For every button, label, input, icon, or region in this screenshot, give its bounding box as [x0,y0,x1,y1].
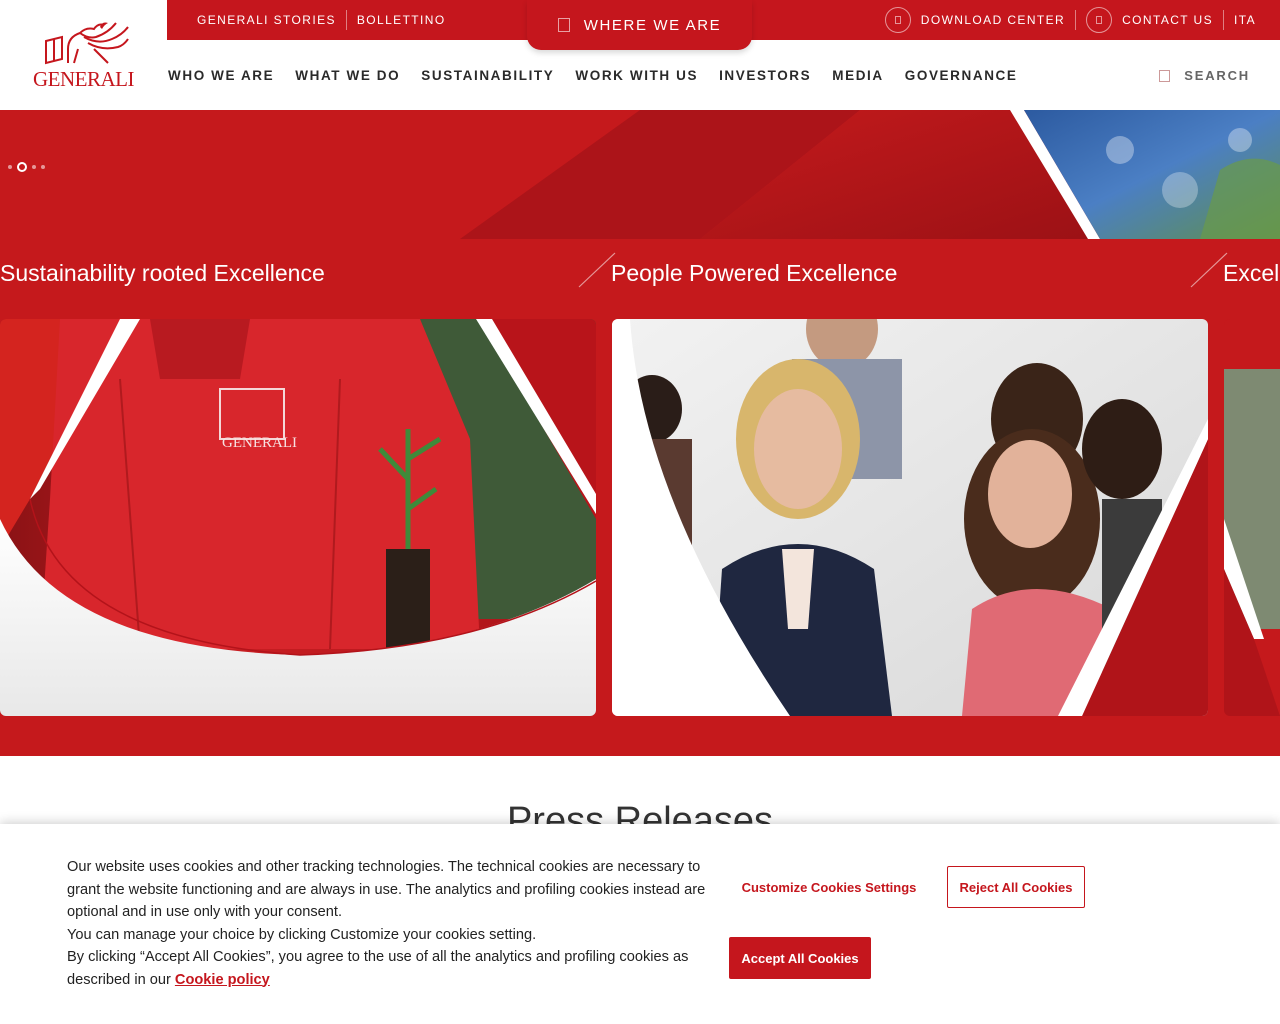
sustainability-card-image[interactable]: GENERALI [0,319,596,716]
nav-media[interactable]: MEDIA [832,68,884,83]
nav-governance[interactable]: GOVERNANCE [905,68,1018,83]
partial-card-image[interactable] [1224,319,1280,716]
card-title-partial[interactable]: Excel [1223,260,1279,287]
nav-what-we-do[interactable]: WHAT WE DO [295,68,400,83]
cookie-text-line: You can manage your choice by clicking C… [67,926,537,943]
search-icon [1159,69,1171,82]
people-card-image[interactable] [612,319,1208,716]
reject-all-cookies-button[interactable]: Reject All Cookies [947,866,1085,908]
carousel-pagination [8,162,45,172]
generali-stories-link[interactable]: GENERALI STORIES [187,13,346,27]
search-button[interactable]: SEARCH [1159,68,1250,83]
where-we-are-button[interactable]: WHERE WE ARE [527,0,752,50]
language-switch-ita[interactable]: ITA [1224,13,1266,27]
nav-work-with-us[interactable]: WORK WITH US [575,68,698,83]
nav-sustainability[interactable]: SUSTAINABILITY [421,68,554,83]
search-label: SEARCH [1184,68,1250,83]
hero-background-graphic [0,110,1280,239]
cookie-text-accept-info: By clicking “Accept All Cookies”, you ag… [67,949,689,988]
contact-us-link[interactable]: CONTACT US [1122,13,1223,27]
hero-banner [0,110,1280,239]
carousel-dot[interactable] [32,165,36,169]
main-navigation: WHO WE ARE WHAT WE DO SUSTAINABILITY WOR… [167,40,1280,110]
nav-investors[interactable]: INVESTORS [719,68,811,83]
partial-photo [1224,319,1280,716]
hero-carousel-section: Sustainability rooted Excellence People … [0,110,1280,756]
globe-icon [557,18,570,32]
carousel-dot[interactable] [8,165,12,169]
bollettino-link[interactable]: BOLLETTINO [347,13,456,27]
cookie-consent-banner: Our website uses cookies and other track… [0,824,1280,1024]
people-photo [612,319,1208,716]
carousel-dot[interactable] [41,165,45,169]
customize-cookies-button[interactable]: Customize Cookies Settings [724,866,934,908]
card-title-people[interactable]: People Powered Excellence [611,260,897,287]
download-center-link[interactable]: DOWNLOAD CENTER [921,13,1075,27]
logo-wordmark: GENERALI [33,66,134,91]
download-icon [884,7,911,33]
card-title-sustainability[interactable]: Sustainability rooted Excellence [0,260,325,287]
nav-who-we-are[interactable]: WHO WE ARE [168,68,274,83]
cookie-description: Our website uses cookies and other track… [67,856,717,991]
svg-text:GENERALI: GENERALI [222,435,297,451]
lion-emblem-icon [44,21,129,64]
generali-logo[interactable]: GENERALI [0,0,167,110]
cookie-text-line: Our website uses cookies and other track… [67,859,706,920]
sustainability-photo: GENERALI [0,319,596,716]
divider [1075,10,1077,30]
contact-icon [1086,7,1113,33]
cookie-text-line: By clicking “Accept All Cookies”, you ag… [67,946,717,991]
cookie-policy-link[interactable]: Cookie policy [175,972,270,988]
where-we-are-label: WHERE WE ARE [583,16,722,34]
carousel-dot-active[interactable] [17,162,27,172]
accept-all-cookies-button[interactable]: Accept All Cookies [729,937,871,979]
